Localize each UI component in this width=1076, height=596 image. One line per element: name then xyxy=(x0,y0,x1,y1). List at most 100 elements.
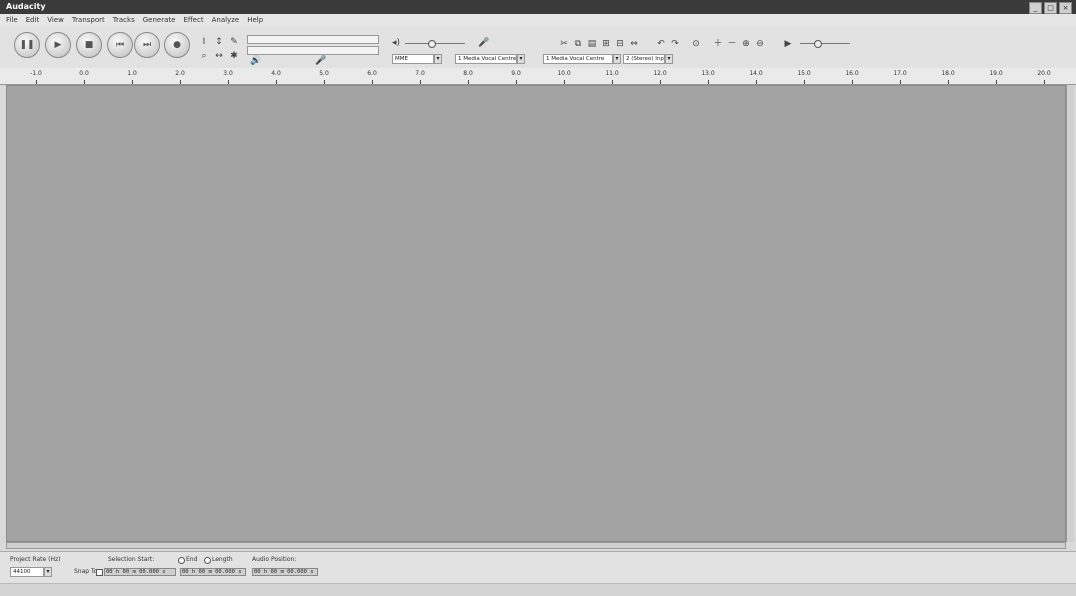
menu-view[interactable]: View xyxy=(47,14,64,26)
ruler-label: 9.0 xyxy=(511,70,521,77)
menu-tracks[interactable]: Tracks xyxy=(113,14,135,26)
paste-icon[interactable]: ▤ xyxy=(586,38,598,50)
record-meter[interactable] xyxy=(247,46,379,55)
playback-meter[interactable] xyxy=(247,35,379,44)
ruler-label: 7.0 xyxy=(415,70,425,77)
skip-to-end-button[interactable]: ⏭ xyxy=(134,32,160,58)
snap-to-checkbox[interactable] xyxy=(96,569,103,576)
redo-icon[interactable]: ↷ xyxy=(669,38,681,50)
menu-effect[interactable]: Effect xyxy=(183,14,203,26)
recording-device-select[interactable]: 1 Media Vocal Centre xyxy=(543,54,613,64)
ruler-tick xyxy=(372,80,373,84)
stop-button[interactable]: ■ xyxy=(76,32,102,58)
ruler-label: 15.0 xyxy=(797,70,811,77)
vertical-scrollbar[interactable] xyxy=(1066,85,1074,542)
ruler-label: 20.0 xyxy=(1037,70,1051,77)
selection-start-label: Selection Start: xyxy=(108,556,155,563)
output-volume-icon: ◂) xyxy=(392,38,401,48)
ruler-tick xyxy=(948,80,949,84)
record-button[interactable]: ● xyxy=(164,32,190,58)
toolbar: ❚❚ ▶ ■ ⏮ ⏭ ● I ↕ ✎ ⌕ ↔ ✱ 🔊 🎤 ◂) 🎤 MME ▾ … xyxy=(0,26,1076,69)
menu-help[interactable]: Help xyxy=(247,14,263,26)
ruler-label: 16.0 xyxy=(845,70,859,77)
undo-icon[interactable]: ↶ xyxy=(655,38,667,50)
selection-tool-icon[interactable]: I xyxy=(198,36,210,48)
ruler-tick xyxy=(36,80,37,84)
minimize-button[interactable]: _ xyxy=(1029,2,1042,14)
ruler-label: 14.0 xyxy=(749,70,763,77)
chevron-down-icon[interactable]: ▾ xyxy=(613,54,621,64)
ruler-label: 1.0 xyxy=(127,70,137,77)
sync-lock-icon[interactable]: ⇔ xyxy=(628,38,640,50)
ruler-tick xyxy=(324,80,325,84)
ruler-label: 5.0 xyxy=(319,70,329,77)
ruler-label: -1.0 xyxy=(30,70,42,77)
input-volume-icon: 🎤 xyxy=(478,38,490,48)
cut-icon[interactable]: ✂ xyxy=(558,38,570,50)
play-speed-knob[interactable] xyxy=(814,40,822,48)
menu-generate[interactable]: Generate xyxy=(143,14,176,26)
channels-select[interactable]: 2 (Stereo) Inp xyxy=(623,54,665,64)
skip-to-start-button[interactable]: ⏮ xyxy=(107,32,133,58)
ruler-tick xyxy=(564,80,565,84)
chevron-down-icon[interactable]: ▾ xyxy=(517,54,525,64)
ruler-label: 6.0 xyxy=(367,70,377,77)
length-radio[interactable] xyxy=(204,557,211,564)
ruler-label: 19.0 xyxy=(989,70,1003,77)
ruler-label: 17.0 xyxy=(893,70,907,77)
ruler-tick xyxy=(1044,80,1045,84)
project-rate-label: Project Rate (Hz) xyxy=(10,556,61,563)
close-button[interactable]: × xyxy=(1059,2,1072,14)
playback-device-select[interactable]: 1 Media Vocal Centre xyxy=(455,54,517,64)
menu-edit[interactable]: Edit xyxy=(26,14,40,26)
microphone-icon: 🎤 xyxy=(315,56,327,66)
timeshift-tool-icon[interactable]: ↔ xyxy=(213,50,225,62)
status-bar xyxy=(0,583,1076,596)
multi-tool-icon[interactable]: ✱ xyxy=(228,50,240,62)
play-button[interactable]: ▶ xyxy=(45,32,71,58)
ruler-tick xyxy=(996,80,997,84)
play-at-speed-icon[interactable]: ▶ xyxy=(782,38,794,50)
chevron-down-icon[interactable]: ▾ xyxy=(434,54,442,64)
end-radio[interactable] xyxy=(178,557,185,564)
horizontal-scrollbar[interactable] xyxy=(6,542,1066,549)
trim-icon[interactable]: ⊞ xyxy=(600,38,612,50)
menu-transport[interactable]: Transport xyxy=(72,14,105,26)
ruler-tick xyxy=(612,80,613,84)
copy-icon[interactable]: ⧉ xyxy=(572,38,584,50)
ruler-tick xyxy=(660,80,661,84)
envelope-tool-icon[interactable]: ↕ xyxy=(213,36,225,48)
ruler-tick xyxy=(132,80,133,84)
zoom-fit-icon[interactable]: ⊙ xyxy=(690,38,702,50)
ruler-label: 0.0 xyxy=(79,70,89,77)
ruler-label: 8.0 xyxy=(463,70,473,77)
draw-tool-icon[interactable]: ✎ xyxy=(228,36,240,48)
pause-button[interactable]: ❚❚ xyxy=(14,32,40,58)
timeline-ruler[interactable]: -1.0 0.0 1.0 2.0 3.0 4.0 5.0 6.0 7.0 8.0… xyxy=(0,68,1076,85)
zoom-tool-icon[interactable]: ⌕ xyxy=(198,50,210,62)
ruler-tick xyxy=(420,80,421,84)
output-volume-knob[interactable] xyxy=(428,40,436,48)
chevron-down-icon[interactable]: ▾ xyxy=(44,567,52,577)
title-bar: Audacity _ □ × xyxy=(0,0,1076,14)
menu-file[interactable]: File xyxy=(6,14,18,26)
track-panel[interactable] xyxy=(6,85,1066,542)
ruler-tick xyxy=(804,80,805,84)
ruler-tick xyxy=(852,80,853,84)
host-select[interactable]: MME xyxy=(392,54,434,64)
menu-analyze[interactable]: Analyze xyxy=(212,14,240,26)
zoom-project-icon[interactable]: ⊖ xyxy=(754,38,766,50)
zoom-in-icon[interactable]: ＋ xyxy=(712,38,724,50)
zoom-selection-icon[interactable]: ⊕ xyxy=(740,38,752,50)
project-rate-select[interactable]: 44100 xyxy=(10,567,44,577)
play-speed-slider[interactable] xyxy=(800,43,850,44)
audio-position-time[interactable]: 00 h 00 m 00.000 s xyxy=(252,568,318,576)
selection-start-time[interactable]: 00 h 00 m 00.000 s xyxy=(104,568,176,576)
selection-end-time[interactable]: 00 h 00 m 00.000 s xyxy=(180,568,246,576)
chevron-down-icon[interactable]: ▾ xyxy=(665,54,673,64)
maximize-button[interactable]: □ xyxy=(1044,2,1057,14)
ruler-tick xyxy=(84,80,85,84)
snap-to-label: Snap To xyxy=(74,568,98,575)
silence-icon[interactable]: ⊟ xyxy=(614,38,626,50)
zoom-out-icon[interactable]: － xyxy=(726,38,738,50)
